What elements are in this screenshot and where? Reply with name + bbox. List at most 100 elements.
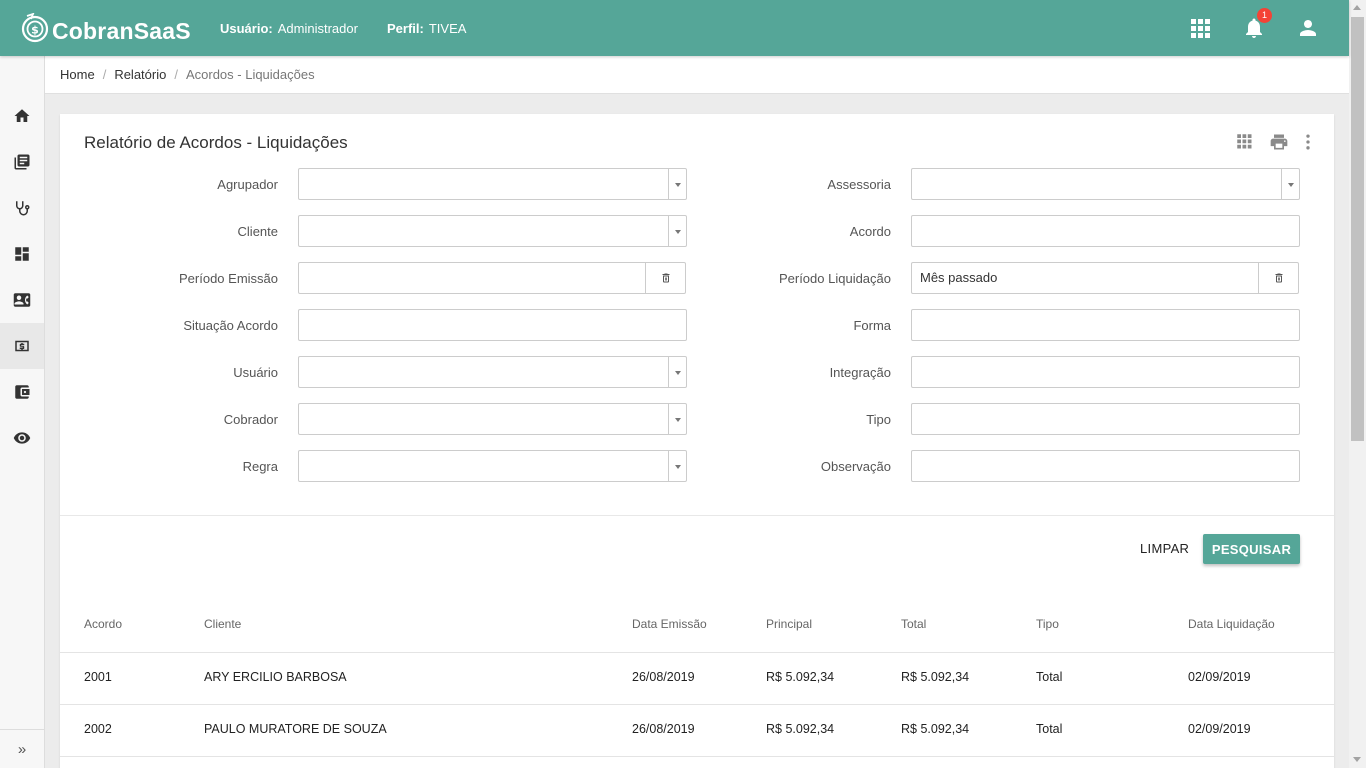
cell-total: R$ 5.092,34 bbox=[901, 670, 970, 684]
assessoria-label: Assessoria bbox=[827, 177, 891, 192]
cobrador-label: Cobrador bbox=[223, 412, 278, 427]
wallet-icon bbox=[15, 385, 30, 399]
eye-icon bbox=[13, 432, 31, 444]
chevron-down-icon[interactable] bbox=[1281, 169, 1299, 199]
column-header-acordo[interactable]: Acordo bbox=[84, 617, 122, 631]
chevron-down-icon[interactable] bbox=[668, 451, 686, 481]
grid-view-icon[interactable] bbox=[1235, 132, 1253, 155]
profile-label: Perfil: bbox=[387, 21, 424, 36]
periodo-liquidacao-input[interactable]: Mês passado bbox=[911, 262, 1299, 294]
logo-mark-icon: $ bbox=[20, 12, 50, 43]
periodo-emissao-label: Período Emissão bbox=[179, 271, 278, 286]
column-header-cliente[interactable]: Cliente bbox=[204, 617, 241, 631]
sidebar-item-finance[interactable] bbox=[0, 323, 44, 369]
scroll-down-arrow-icon[interactable] bbox=[1353, 757, 1361, 762]
integracao-input[interactable] bbox=[911, 356, 1300, 388]
print-icon[interactable] bbox=[1269, 132, 1289, 157]
scrollbar-thumb[interactable] bbox=[1351, 17, 1364, 441]
cliente-select[interactable] bbox=[298, 215, 687, 247]
breadcrumb-current: Acordos - Liquidações bbox=[185, 67, 315, 82]
cliente-label: Cliente bbox=[237, 224, 278, 239]
cell-tipo: Total bbox=[1036, 670, 1063, 684]
chevron-down-icon[interactable] bbox=[668, 357, 686, 387]
sidebar-item-contacts[interactable] bbox=[0, 277, 44, 323]
breadcrumb-separator: / bbox=[174, 67, 178, 82]
clear-button[interactable]: LIMPAR bbox=[1140, 541, 1189, 556]
app-name: CobranSaaS bbox=[52, 17, 191, 44]
situacao-acordo-label: Situação Acordo bbox=[183, 318, 278, 333]
assessoria-select[interactable] bbox=[911, 168, 1300, 200]
column-header-tipo[interactable]: Tipo bbox=[1036, 617, 1059, 631]
cell-principal: R$ 5.092,34 bbox=[766, 722, 835, 736]
chevron-down-icon[interactable] bbox=[668, 404, 686, 434]
person-icon[interactable] bbox=[1296, 16, 1320, 40]
periodo-emissao-input[interactable] bbox=[298, 262, 686, 294]
column-header-data-liquidacao[interactable]: Data Liquidação bbox=[1188, 617, 1275, 631]
sidebar-item-dashboard[interactable] bbox=[0, 231, 44, 277]
acordo-label: Acordo bbox=[849, 224, 891, 239]
cell-cliente: PAULO MURATORE DE SOUZA bbox=[204, 722, 387, 736]
sidebar-item-monitoring[interactable] bbox=[0, 415, 44, 461]
chevron-down-icon[interactable] bbox=[668, 216, 686, 246]
usuario-select[interactable] bbox=[298, 356, 687, 388]
observacao-label: Observação bbox=[820, 459, 891, 474]
column-header-total[interactable]: Total bbox=[901, 617, 926, 631]
breadcrumb: Home / Relatório / Acordos - Liquidações bbox=[45, 56, 1349, 94]
cell-data-liquidacao: 02/09/2019 bbox=[1188, 722, 1251, 736]
page-title: Relatório de Acordos - Liquidações bbox=[84, 133, 348, 152]
sidebar-item-library[interactable] bbox=[0, 139, 44, 185]
cell-acordo: 2001 bbox=[84, 670, 112, 684]
observacao-input[interactable] bbox=[911, 450, 1300, 482]
periodo-liquidacao-label: Período Liquidação bbox=[778, 271, 891, 286]
column-header-data-emissao[interactable]: Data Emissão bbox=[632, 617, 707, 631]
sidebar-item-wallet[interactable] bbox=[0, 369, 44, 415]
regra-label: Regra bbox=[242, 459, 278, 474]
tipo-input[interactable] bbox=[911, 403, 1300, 435]
money-icon bbox=[15, 340, 29, 352]
integracao-label: Integração bbox=[829, 365, 891, 380]
book-icon bbox=[14, 154, 30, 170]
situacao-acordo-input[interactable] bbox=[298, 309, 687, 341]
cobrador-select[interactable] bbox=[298, 403, 687, 435]
forma-input[interactable] bbox=[911, 309, 1300, 341]
expand-sidebar-icon[interactable]: » bbox=[0, 729, 44, 768]
contact-card-icon bbox=[13, 293, 31, 307]
home-icon bbox=[14, 109, 30, 122]
cell-data-emissao: 26/08/2019 bbox=[632, 670, 695, 684]
page-scrollbar[interactable] bbox=[1349, 0, 1366, 768]
sidebar-item-home[interactable] bbox=[0, 93, 44, 139]
trash-icon[interactable] bbox=[645, 263, 685, 293]
profile-value: TIVEA bbox=[428, 21, 467, 36]
table-row-divider bbox=[60, 756, 1334, 757]
breadcrumb-separator: / bbox=[102, 67, 107, 82]
column-header-principal[interactable]: Principal bbox=[766, 617, 812, 631]
report-card: Relatório de Acordos - Liquidações Agrup… bbox=[60, 114, 1334, 768]
form-divider bbox=[60, 515, 1334, 516]
acordo-input[interactable] bbox=[911, 215, 1300, 247]
table-header-divider bbox=[60, 652, 1334, 653]
sidebar: » bbox=[0, 56, 45, 768]
scroll-up-arrow-icon[interactable] bbox=[1353, 5, 1361, 10]
app-logo[interactable]: $ CobranSaaS bbox=[20, 11, 191, 45]
periodo-liquidacao-value: Mês passado bbox=[920, 270, 998, 285]
sidebar-item-health[interactable] bbox=[0, 185, 44, 231]
user-label: Usuário: bbox=[220, 21, 273, 36]
user-value: Administrador bbox=[277, 21, 358, 36]
trash-icon[interactable] bbox=[1258, 263, 1298, 293]
svg-text:$: $ bbox=[31, 24, 39, 37]
cell-principal: R$ 5.092,34 bbox=[766, 670, 835, 684]
more-options-icon[interactable] bbox=[1298, 132, 1318, 157]
agrupador-select[interactable] bbox=[298, 168, 687, 200]
top-bar: $ CobranSaaS Usuário: Administrador Perfi… bbox=[0, 0, 1349, 56]
cell-data-emissao: 26/08/2019 bbox=[632, 722, 695, 736]
breadcrumb-home[interactable]: Home bbox=[60, 67, 95, 82]
regra-select[interactable] bbox=[298, 450, 687, 482]
stethoscope-icon bbox=[16, 201, 30, 216]
cell-tipo: Total bbox=[1036, 722, 1063, 736]
cell-data-liquidacao: 02/09/2019 bbox=[1188, 670, 1251, 684]
breadcrumb-relatorio[interactable]: Relatório bbox=[114, 67, 166, 82]
apps-grid-icon[interactable] bbox=[1188, 16, 1212, 40]
usuario-label: Usuário bbox=[233, 365, 278, 380]
chevron-down-icon[interactable] bbox=[668, 169, 686, 199]
search-button[interactable]: PESQUISAR bbox=[1203, 534, 1300, 564]
